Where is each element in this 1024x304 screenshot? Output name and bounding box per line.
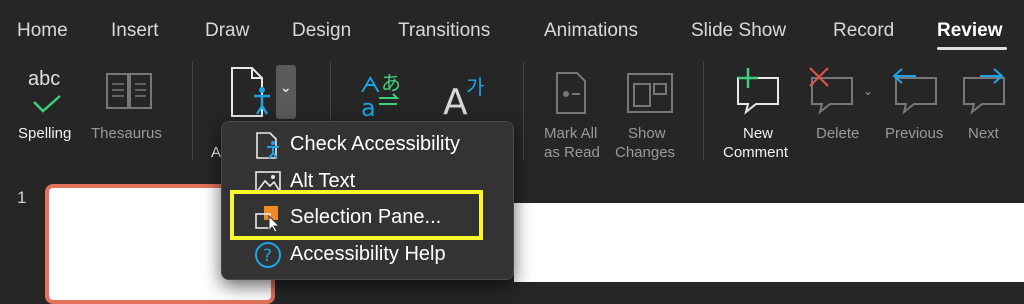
slide-canvas[interactable]	[514, 203, 1024, 282]
tab-transitions[interactable]: Transitions	[398, 20, 490, 42]
mark-all-read-label-2: as Read	[544, 144, 600, 161]
menu-item-accessibility-help[interactable]: ? Accessibility Help	[222, 237, 513, 273]
checkmark-icon	[33, 95, 61, 113]
svg-text:가: 가	[466, 75, 484, 99]
thesaurus-book-icon[interactable]	[105, 70, 155, 116]
help-circle-icon: ?	[255, 242, 281, 268]
previous-label: Previous	[885, 125, 944, 142]
ribbon-tabs: Home Insert Draw Design Transitions Anim…	[0, 0, 1024, 62]
accessibility-dropdown-button[interactable]: ⌄	[276, 65, 296, 119]
new-comment-label-1: New	[743, 125, 774, 142]
accessibility-button[interactable]	[224, 64, 276, 120]
show-changes-icon[interactable]	[626, 72, 674, 116]
tab-insert[interactable]: Insert	[111, 20, 159, 42]
spelling-label: Spelling	[18, 125, 72, 142]
mark-all-read-icon[interactable]	[551, 70, 591, 116]
tab-design[interactable]: Design	[292, 20, 351, 42]
delete-label: Delete	[816, 125, 860, 142]
ribbon-divider	[192, 62, 193, 160]
highlight-annotation	[230, 190, 483, 240]
next-label: Next	[968, 125, 999, 142]
slide-number: 1	[17, 188, 27, 207]
active-tab-indicator	[937, 47, 1007, 50]
chevron-down-icon[interactable]: ⌄	[863, 84, 873, 98]
new-comment-icon[interactable]	[734, 66, 784, 118]
ribbon-divider	[703, 62, 704, 160]
menu-item-label: Check Accessibility	[290, 133, 461, 155]
language-icon[interactable]: A 가	[440, 68, 492, 120]
chevron-down-icon: ⌄	[280, 79, 292, 95]
svg-text:?: ?	[263, 246, 272, 266]
tab-animations[interactable]: Animations	[544, 20, 638, 42]
tab-draw[interactable]: Draw	[205, 20, 249, 42]
menu-item-label: Accessibility Help	[290, 243, 446, 265]
previous-comment-icon[interactable]	[890, 66, 942, 118]
accessibility-label: A	[211, 144, 222, 161]
thesaurus-label: Thesaurus	[91, 125, 162, 142]
tab-record[interactable]: Record	[833, 20, 894, 42]
show-changes-label-2: Changes	[615, 144, 676, 161]
ribbon-divider	[523, 62, 524, 160]
accessibility-doc-icon	[256, 132, 279, 159]
check-accessibility-icon	[231, 67, 270, 117]
tab-home[interactable]: Home	[17, 20, 68, 42]
new-comment-label-2: Comment	[723, 144, 789, 161]
mark-all-read-label-1: Mark All	[544, 125, 598, 142]
tab-review[interactable]: Review	[937, 20, 1002, 42]
tab-slide-show[interactable]: Slide Show	[691, 20, 786, 42]
show-changes-label-1: Show	[628, 125, 666, 142]
next-comment-icon[interactable]	[960, 66, 1010, 118]
svg-text:あ: あ	[381, 71, 401, 95]
svg-text:a: a	[361, 94, 376, 120]
spelling-button[interactable]: abc	[26, 68, 74, 120]
menu-item-check-accessibility[interactable]: Check Accessibility	[222, 127, 513, 163]
svg-text:A: A	[443, 82, 468, 120]
delete-comment-icon[interactable]	[806, 66, 860, 118]
translate-icon[interactable]: ᗅ あ a	[357, 68, 409, 120]
